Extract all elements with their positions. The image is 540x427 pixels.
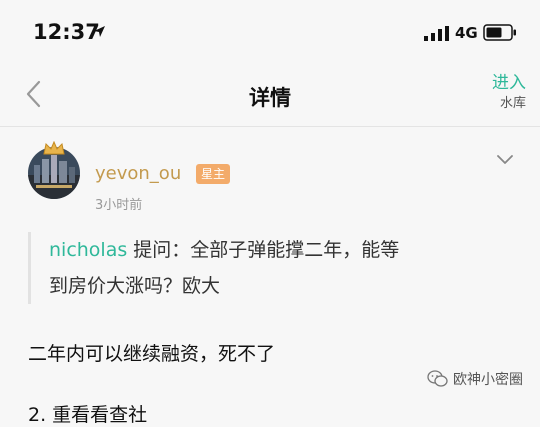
chevron-down-icon[interactable] (496, 154, 514, 166)
post-time: 3小时前 (95, 198, 143, 213)
enter-label: 进入 (492, 73, 526, 93)
question-author[interactable]: nicholas (49, 239, 127, 261)
nav-bar: 详情 进入 水库 (0, 62, 540, 127)
answer-text: 二年内可以继续融资，死不了 (28, 343, 276, 365)
wechat-icon (427, 370, 448, 387)
owner-badge: 星主 (196, 164, 231, 184)
answer-text-partial: 2. 重看看查社 (28, 404, 148, 426)
post-header: yevon_ou 星主 3小时前 (0, 127, 540, 217)
watermark-text: 欧神小密圈 (453, 372, 523, 388)
enter-group-button[interactable]: 进入 水库 (466, 72, 526, 113)
network-type: 4G (455, 24, 478, 42)
question-line-1: nicholas 提问：全部子弹能撑二年，能等 (49, 232, 539, 268)
question-text-1: 提问：全部子弹能撑二年，能等 (127, 239, 400, 261)
signal-icon (424, 26, 449, 41)
group-name: 水库 (499, 96, 526, 111)
username[interactable]: yevon_ou (95, 163, 181, 184)
status-bar: 12:37 4G (0, 0, 540, 62)
crown-icon (43, 141, 65, 155)
location-arrow-icon (94, 26, 105, 37)
question-quote: nicholas 提问：全部子弹能撑二年，能等 到房价大涨吗？欧大 (28, 232, 539, 304)
question-text-2: 到房价大涨吗？欧大 (49, 275, 221, 297)
battery-icon (483, 24, 516, 41)
page-title: 详情 (249, 86, 291, 110)
status-time: 12:37 (33, 20, 100, 44)
